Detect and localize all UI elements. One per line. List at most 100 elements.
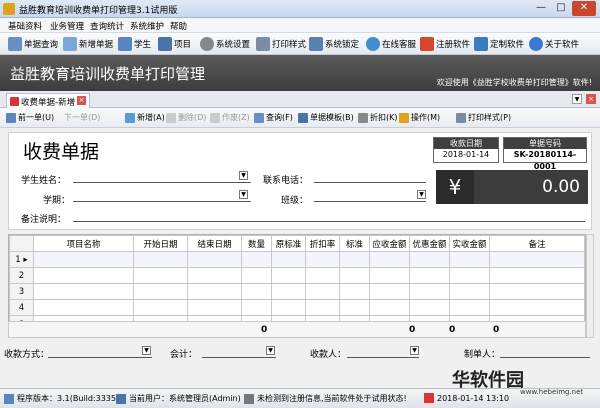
- col-received[interactable]: 实收金额: [449, 235, 490, 252]
- accountant-dropdown-icon[interactable]: ▼: [266, 346, 275, 355]
- prev-doc-button[interactable]: 前一单(U): [6, 112, 54, 123]
- headset-icon: [366, 37, 380, 51]
- users-icon: [118, 37, 132, 51]
- student-name-input[interactable]: [73, 171, 251, 183]
- table-row[interactable]: 3: [9, 283, 585, 300]
- phone-input[interactable]: [314, 171, 426, 183]
- student-name-label: 学生姓名：: [21, 176, 67, 186]
- title-bar: 益胜教育培训收费单打印管理3.1试用版 — □ ✕: [0, 0, 600, 18]
- menu-business[interactable]: 业务管理: [50, 20, 84, 32]
- toolbar-online-service-button[interactable]: 在线客服: [366, 36, 416, 52]
- row-number: 2: [9, 267, 34, 284]
- toolbar-new-doc-button[interactable]: 新增单据: [63, 36, 113, 52]
- col-discount-rate[interactable]: 折扣率: [305, 235, 340, 252]
- accountant-input[interactable]: [202, 346, 276, 358]
- tab-doc-icon: [10, 97, 19, 106]
- register-icon: [420, 37, 434, 51]
- window-title: 益胜教育培训收费单打印管理3.1试用版: [19, 6, 178, 16]
- term-label: 学期：: [43, 196, 71, 206]
- fee-form: 收费单据 学生姓名： ▼ 联系电话： 学期： ▼ 班级： ▼ 备注说明： 收款日…: [8, 132, 592, 230]
- col-qty[interactable]: 数量: [241, 235, 272, 252]
- class-label: 班级：: [281, 196, 309, 206]
- toolbar-print-style-button[interactable]: 打印样式: [256, 36, 306, 52]
- close-all-tabs-icon[interactable]: ×: [586, 94, 596, 104]
- table-row[interactable]: 1 ▸: [9, 251, 585, 268]
- col-item-name[interactable]: 项目名称: [33, 235, 134, 252]
- term-input[interactable]: [73, 190, 251, 202]
- main-toolbar: 单据查询 新增单据 学生 项目 系统设置 打印样式 系统锁定 在线客服 注册软件…: [0, 33, 600, 55]
- accountant-label: 会计：: [170, 350, 198, 360]
- maker-label: 制单人：: [464, 350, 501, 360]
- customize-icon: [474, 37, 488, 51]
- footer-fields: 收款方式： ▼ 会计： ▼ 收款人： ▼ 制单人：: [0, 343, 600, 363]
- col-discount-amt[interactable]: 优惠金额: [409, 235, 450, 252]
- query-button[interactable]: 查询(F): [254, 112, 293, 123]
- payee-dropdown-icon[interactable]: ▼: [410, 346, 419, 355]
- banner-title: 益胜教育培训收费单打印管理: [10, 65, 206, 83]
- row-number: 3: [9, 283, 34, 300]
- col-receivable[interactable]: 应收金额: [369, 235, 410, 252]
- toolbar-register-button[interactable]: 注册软件: [420, 36, 470, 52]
- toolbar-about-button[interactable]: 关于软件: [529, 36, 579, 52]
- payee-input[interactable]: [347, 346, 419, 358]
- watermark-url: www.hebeimg.net: [520, 388, 584, 396]
- operation-icon: [399, 112, 409, 123]
- grid-header-row: 项目名称 开始日期 结束日期 数量 原标准 折扣率 标准 应收金额 优惠金额 实…: [9, 235, 585, 252]
- discount-button[interactable]: 折扣(K): [358, 112, 398, 123]
- status-user: 当前用户：系统管理员(Admin): [116, 393, 241, 404]
- col-start-date[interactable]: 开始日期: [133, 235, 188, 252]
- template-button[interactable]: 单据模板(B): [298, 112, 354, 123]
- pay-method-input[interactable]: [48, 346, 152, 358]
- print-style-button[interactable]: 打印样式(P): [456, 112, 511, 123]
- new-button[interactable]: 新增(A): [125, 112, 165, 123]
- search-icon: [254, 112, 264, 123]
- date-picker[interactable]: 2018-01-14: [434, 149, 498, 161]
- amount-value: 0.00: [542, 177, 580, 197]
- app-logo-icon: [3, 3, 15, 15]
- void-button[interactable]: 作废(Z): [210, 112, 250, 123]
- grid-vertical-scrollbar[interactable]: [586, 234, 594, 338]
- table-row[interactable]: 2: [9, 267, 585, 284]
- menu-help[interactable]: 帮助: [170, 20, 187, 32]
- col-remark[interactable]: 备注: [489, 235, 585, 252]
- delete-button[interactable]: 删除(D): [166, 112, 206, 123]
- total-receivable: 0: [409, 325, 416, 335]
- tab-fee-doc-new[interactable]: 收费单据-新增 ×: [6, 93, 90, 108]
- col-end-date[interactable]: 结束日期: [187, 235, 242, 252]
- toolbar-project-button[interactable]: 项目: [158, 36, 191, 52]
- class-input[interactable]: [314, 190, 426, 202]
- menu-query-stats[interactable]: 查询统计: [90, 20, 124, 32]
- printer-icon: [256, 37, 270, 51]
- toolbar-doc-query-button[interactable]: 单据查询: [8, 36, 58, 52]
- minimize-button[interactable]: —: [532, 1, 550, 16]
- form-title: 收费单据: [23, 141, 100, 163]
- class-dropdown-icon[interactable]: ▼: [417, 190, 426, 199]
- menu-basic-data[interactable]: 基础资料: [8, 20, 42, 32]
- arrow-left-icon: [6, 112, 16, 123]
- col-orig-std[interactable]: 原标准: [271, 235, 306, 252]
- term-dropdown-icon[interactable]: ▼: [239, 190, 248, 199]
- info-icon: [529, 37, 543, 51]
- toolbar-student-button[interactable]: 学生: [118, 36, 151, 52]
- date-box: 收款日期 2018-01-14: [433, 137, 499, 163]
- user-icon: [116, 393, 126, 404]
- col-std[interactable]: 标准: [339, 235, 370, 252]
- table-row[interactable]: 4: [9, 299, 585, 316]
- maker-input[interactable]: [500, 346, 590, 358]
- operation-button[interactable]: 操作(M): [399, 112, 440, 123]
- calendar-icon: [424, 393, 434, 403]
- status-bar: 程序版本：3.1(Build:3335) 当前用户：系统管理员(Admin) 未…: [0, 388, 600, 408]
- maximize-button[interactable]: □: [552, 1, 570, 16]
- student-dropdown-icon[interactable]: ▼: [239, 171, 248, 180]
- toolbar-settings-button[interactable]: 系统设置: [200, 36, 250, 52]
- close-button[interactable]: ✕: [572, 1, 596, 16]
- menu-system-maintenance[interactable]: 系统维护: [130, 20, 164, 32]
- next-doc-button[interactable]: 下一单(D): [64, 112, 100, 123]
- document-search-icon: [8, 37, 22, 51]
- toolbar-custom-button[interactable]: 定制软件: [474, 36, 524, 52]
- tab-list-dropdown-icon[interactable]: ▼: [572, 94, 582, 104]
- tab-close-icon[interactable]: ×: [77, 96, 86, 105]
- remark-input[interactable]: [73, 210, 585, 222]
- pay-method-dropdown-icon[interactable]: ▼: [142, 346, 151, 355]
- toolbar-lock-button[interactable]: 系统锁定: [309, 36, 359, 52]
